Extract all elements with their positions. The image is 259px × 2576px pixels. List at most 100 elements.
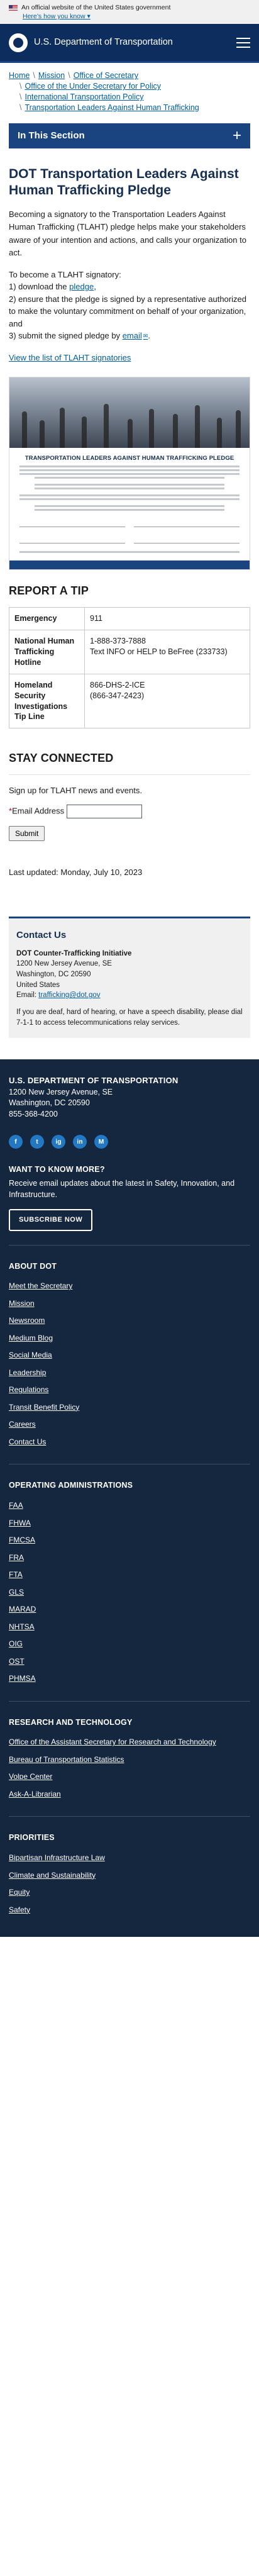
dot-logo-icon[interactable] <box>9 33 28 52</box>
list-item: Careers <box>9 1415 250 1433</box>
medium-icon[interactable]: M <box>94 1135 108 1149</box>
last-updated: Last updated: Monday, July 10, 2023 <box>9 867 143 878</box>
footer-link[interactable]: Contact Us <box>9 1437 46 1446</box>
list-item: Leadership <box>9 1364 250 1381</box>
priorities-links: Bipartisan Infrastructure Law Climate and… <box>9 1849 250 1918</box>
breadcrumb-tlaht[interactable]: Transportation Leaders Against Human Tra… <box>25 103 199 112</box>
linkedin-icon[interactable]: in <box>73 1135 87 1149</box>
menu-icon[interactable] <box>236 37 250 48</box>
email-field[interactable] <box>67 805 143 819</box>
priorities-heading: PRIORITIES <box>9 1833 55 1843</box>
step-3: 3) submit the signed pledge by email ✉. <box>9 331 150 341</box>
list-item: Bipartisan Infrastructure Law <box>9 1849 250 1866</box>
footer-link[interactable]: Bipartisan Infrastructure Law <box>9 1853 105 1862</box>
footer-agency: U.S. DEPARTMENT OF TRANSPORTATION <box>9 1076 179 1086</box>
list-item: Equity <box>9 1883 250 1901</box>
list-item: Office of the Assistant Secretary for Re… <box>9 1733 250 1751</box>
footer-link[interactable]: OST <box>9 1657 25 1666</box>
list-item: Meet the Secretary <box>9 1277 250 1295</box>
operating-heading: OPERATING ADMINISTRATIONS <box>9 1481 133 1490</box>
in-this-section-toggle[interactable]: In This Section + <box>9 123 250 148</box>
main-content: Becoming a signatory to the Transportati… <box>0 208 259 364</box>
footer-link[interactable]: Regulations <box>9 1385 48 1394</box>
instagram-icon[interactable]: ig <box>52 1135 65 1149</box>
footer-link[interactable]: Transit Benefit Policy <box>9 1403 79 1412</box>
page-title: DOT Transportation Leaders Against Human… <box>9 166 239 198</box>
chevron-down-icon: ▾ <box>87 13 91 21</box>
crowd-photo <box>9 377 250 449</box>
list-item: FTA <box>9 1566 250 1583</box>
email-form: *Email Address Submit <box>9 805 250 842</box>
list-item: Transit Benefit Policy <box>9 1398 250 1416</box>
table-row: Homeland Security Investigations Tip Lin… <box>9 673 250 729</box>
footer-link[interactable]: Careers <box>9 1420 36 1429</box>
footer-link[interactable]: OIG <box>9 1639 23 1648</box>
us-flag-icon <box>9 4 18 11</box>
email-link[interactable]: email ✉ <box>123 331 148 340</box>
footer-link[interactable]: Office of the Assistant Secretary for Re… <box>9 1737 216 1746</box>
pledge-download-link[interactable]: pledge <box>69 282 94 291</box>
stay-connected-intro: Sign up for TLAHT news and events. <box>9 786 142 796</box>
report-tip-heading: REPORT A TIP <box>9 584 89 598</box>
list-item: Social Media <box>9 1346 250 1364</box>
footer-link[interactable]: FMCSA <box>9 1536 35 1544</box>
footer-phone: 855-368-4200 <box>9 1109 58 1118</box>
footer-link[interactable]: Ask-A-Librarian <box>9 1790 61 1798</box>
footer-link[interactable]: FTA <box>9 1570 23 1579</box>
list-item: Bureau of Transportation Statistics <box>9 1751 250 1768</box>
list-item: NHTSA <box>9 1618 250 1636</box>
subscribe-button[interactable]: SUBSCRIBE NOW <box>9 1209 93 1231</box>
external-link-icon: ✉ <box>143 333 148 340</box>
footer-link[interactable]: Volpe Center <box>9 1772 52 1781</box>
footer-link[interactable]: Climate and Sustainability <box>9 1871 96 1880</box>
footer-link[interactable]: FAA <box>9 1501 23 1510</box>
footer-link[interactable]: MARAD <box>9 1605 36 1614</box>
footer-link[interactable]: PHMSA <box>9 1674 36 1683</box>
footer-link[interactable]: Social Media <box>9 1351 52 1359</box>
breadcrumb-under-secretary[interactable]: Office of the Under Secretary for Policy <box>25 82 161 91</box>
list-item: FHWA <box>9 1514 250 1532</box>
list-item: Ask-A-Librarian <box>9 1785 250 1803</box>
twitter-icon[interactable]: t <box>30 1135 44 1149</box>
breadcrumb: Home \ Mission \ Office of Secretary \ Office… <box>9 71 199 112</box>
list-item: Safety <box>9 1901 250 1919</box>
gov-banner-text: An official website of the United States… <box>21 4 171 11</box>
how-you-know-link[interactable]: Here’s how you know ▾ <box>23 12 250 21</box>
plus-icon: + <box>232 126 241 144</box>
list-item: FAA <box>9 1497 250 1514</box>
site-title[interactable]: U.S. Department of Transportation <box>34 36 236 50</box>
footer-link[interactable]: Bureau of Transportation Statistics <box>9 1755 124 1764</box>
list-item: Regulations <box>9 1381 250 1398</box>
breadcrumb-mission[interactable]: Mission <box>38 71 65 80</box>
footer-link[interactable]: Equity <box>9 1888 30 1897</box>
breadcrumb-office-of-secretary[interactable]: Office of Secretary <box>74 71 138 80</box>
footer-link[interactable]: Safety <box>9 1905 30 1914</box>
footer-link[interactable]: Medium Blog <box>9 1334 53 1342</box>
intro-paragraph: Becoming a signatory to the Transportati… <box>9 209 246 257</box>
breadcrumb-home[interactable]: Home <box>9 71 30 80</box>
submit-button[interactable]: Submit <box>9 826 45 842</box>
footer-link[interactable]: GLS <box>9 1588 24 1597</box>
contact-email-link[interactable]: trafficking@dot.gov <box>38 991 100 999</box>
operating-links: FAA FHWA FMCSA FRA FTA GLS MARAD NHTSA OIG OST PHM… <box>9 1497 250 1687</box>
footer-link[interactable]: Leadership <box>9 1368 46 1377</box>
pledge-image[interactable]: TRANSPORTATION LEADERS AGAINST HUMAN TRA… <box>9 377 250 571</box>
signatories-link[interactable]: View the list of TLAHT signatories <box>9 353 131 362</box>
list-item: Mission <box>9 1295 250 1312</box>
footer-link[interactable]: NHTSA <box>9 1622 35 1631</box>
footer-link[interactable]: FHWA <box>9 1519 31 1527</box>
breadcrumb-international-policy[interactable]: International Transportation Policy <box>25 92 143 101</box>
contact-org: DOT Counter-Trafficking Initiative <box>16 949 132 957</box>
gov-banner: An official website of the United States… <box>0 0 259 25</box>
list-item: OST <box>9 1653 250 1670</box>
footer-link[interactable]: FRA <box>9 1553 24 1562</box>
footer-link[interactable]: Meet the Secretary <box>9 1281 72 1290</box>
pledge-title: TRANSPORTATION LEADERS AGAINST HUMAN TRA… <box>25 455 234 462</box>
research-heading: RESEARCH AND TECHNOLOGY <box>9 1717 133 1727</box>
facebook-icon[interactable]: f <box>9 1135 23 1149</box>
step-1: 1) download the pledge, <box>9 282 96 292</box>
contact-box: Contact Us DOT Counter-Trafficking Initi… <box>9 916 250 1039</box>
footer-link[interactable]: Newsroom <box>9 1316 45 1325</box>
footer-link[interactable]: Mission <box>9 1299 35 1308</box>
site-footer: U.S. DEPARTMENT OF TRANSPORTATION 1200 N… <box>0 1059 259 1938</box>
